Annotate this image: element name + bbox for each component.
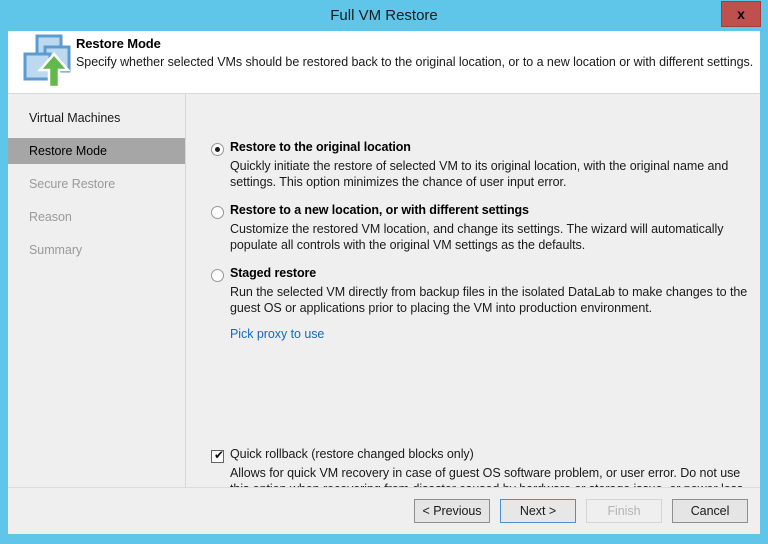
window-title: Full VM Restore — [0, 0, 768, 31]
window-frame: Restore Mode Specify whether selected VM… — [8, 31, 760, 534]
option-title-restore-new-location[interactable]: Restore to a new location, or with diffe… — [230, 203, 529, 217]
wizard-steps-sidebar: Virtual Machines Restore Mode Secure Res… — [8, 94, 186, 487]
pick-proxy-link[interactable]: Pick proxy to use — [230, 327, 324, 341]
vm-restore-icon — [17, 33, 75, 89]
option-description-restore-original-location: Quickly initiate the restore of selected… — [230, 158, 760, 190]
option-description-staged-restore: Run the selected VM directly from backup… — [230, 284, 760, 316]
option-title-staged-restore[interactable]: Staged restore — [230, 266, 316, 280]
sidebar-item-summary[interactable]: Summary — [8, 237, 185, 263]
checkbox-quick-rollback[interactable]: ✔ — [211, 450, 224, 463]
next-button[interactable]: Next > — [500, 499, 576, 523]
wizard-footer: < Previous Next > Finish Cancel — [8, 487, 760, 534]
radio-restore-original-location[interactable] — [211, 143, 224, 156]
page-description: Specify whether selected VMs should be r… — [76, 55, 753, 69]
restore-mode-options: Restore to the original location Quickly… — [187, 94, 760, 487]
close-icon[interactable]: x — [721, 1, 761, 27]
option-description-restore-new-location: Customize the restored VM location, and … — [230, 221, 760, 253]
wizard-body: Virtual Machines Restore Mode Secure Res… — [8, 93, 760, 487]
sidebar-item-secure-restore[interactable]: Secure Restore — [8, 171, 185, 197]
sidebar-item-reason[interactable]: Reason — [8, 204, 185, 230]
option-title-restore-original-location[interactable]: Restore to the original location — [230, 140, 411, 154]
previous-button[interactable]: < Previous — [414, 499, 490, 523]
finish-button: Finish — [586, 499, 662, 523]
sidebar-item-restore-mode[interactable]: Restore Mode — [8, 138, 185, 164]
cancel-button[interactable]: Cancel — [672, 499, 748, 523]
full-vm-restore-window: Full VM Restore x Restore Mode Specify w… — [0, 0, 768, 544]
wizard-header: Restore Mode Specify whether selected VM… — [8, 31, 760, 93]
page-title: Restore Mode — [76, 36, 161, 51]
sidebar-item-virtual-machines[interactable]: Virtual Machines — [8, 105, 185, 131]
checkmark-icon: ✔ — [214, 449, 224, 462]
radio-restore-new-location[interactable] — [211, 206, 224, 219]
label-quick-rollback[interactable]: Quick rollback (restore changed blocks o… — [230, 447, 474, 461]
title-bar: Full VM Restore x — [0, 0, 768, 31]
radio-staged-restore[interactable] — [211, 269, 224, 282]
